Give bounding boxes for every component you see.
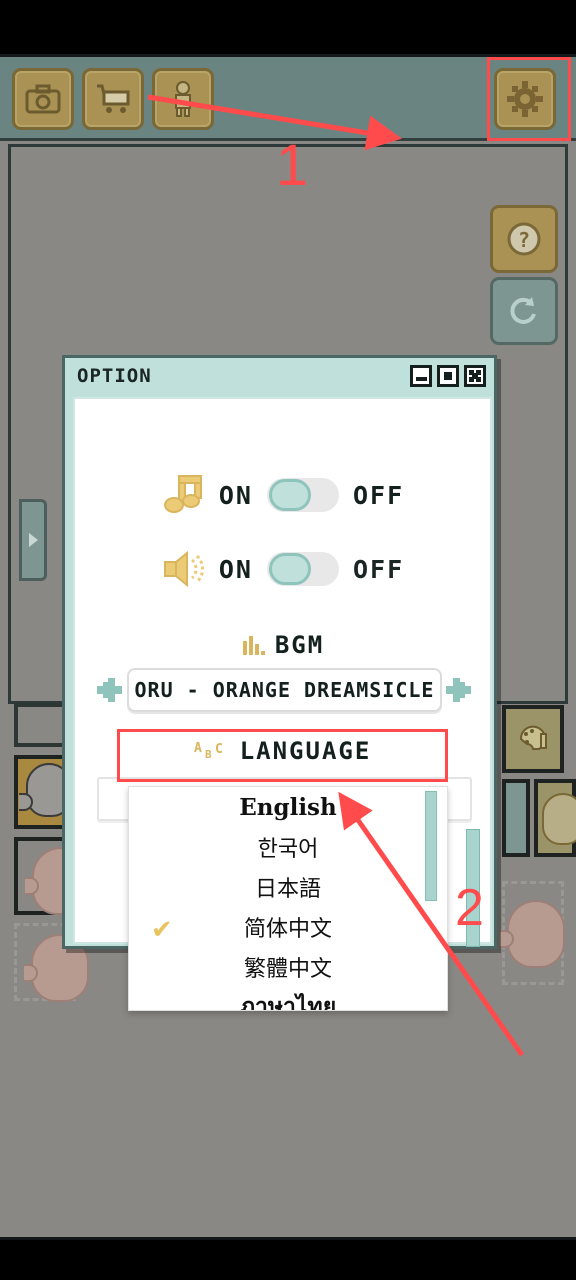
window-controls: [410, 365, 486, 387]
language-dropdown[interactable]: English 한국어 日本語 ✔ 简体中文 繁體中文 ภาษาไทย: [128, 786, 448, 1011]
bgm-track-label: ORU - ORANGE DREAMSICLE: [134, 678, 435, 702]
avatar: [500, 900, 565, 968]
language-heading: LANGUAGE: [239, 737, 372, 765]
svg-text:C: C: [215, 742, 223, 757]
maximize-button[interactable]: [437, 365, 459, 387]
language-option-label: ภาษาไทย: [239, 993, 337, 1011]
language-option[interactable]: 한국어: [129, 827, 447, 867]
speaker-icon: [161, 541, 205, 597]
minimize-button[interactable]: [410, 365, 432, 387]
ear-shape: [500, 930, 514, 948]
avatar: [542, 793, 576, 845]
right-arrow-icon[interactable]: [446, 667, 472, 713]
help-button[interactable]: ?: [490, 205, 558, 273]
equalizer-bars-icon: [241, 633, 267, 657]
camera-button[interactable]: [12, 68, 74, 130]
toggle-knob: [268, 479, 311, 511]
svg-text:?: ?: [518, 228, 530, 252]
shopping-cart-icon: [85, 71, 141, 127]
svg-text:B: B: [205, 748, 212, 761]
bgm-track-box[interactable]: ORU - ORANGE DREAMSICLE: [127, 668, 442, 712]
sound-off-label: OFF: [352, 554, 405, 584]
inventory-slot[interactable]: [502, 705, 564, 773]
music-note-icon: [161, 467, 205, 523]
language-option-label: English: [239, 793, 337, 821]
abc-icon: A B C: [194, 739, 232, 763]
close-icon: [469, 370, 481, 382]
character-button[interactable]: [152, 68, 214, 130]
sound-on-label: ON: [218, 554, 253, 584]
svg-text:A: A: [194, 741, 202, 756]
language-option[interactable]: 日本語: [129, 867, 447, 907]
side-drawer-handle[interactable]: [19, 499, 47, 581]
camera-icon: [15, 71, 71, 127]
sound-toggle[interactable]: [266, 552, 339, 586]
annotation-number-2: 2: [455, 879, 484, 937]
inventory-slot[interactable]: [534, 779, 576, 857]
person-icon: [155, 71, 211, 127]
language-option[interactable]: English: [129, 787, 447, 827]
bgm-heading: BGM: [274, 631, 325, 659]
language-option-label: 繁體中文: [243, 957, 332, 982]
language-option-selected[interactable]: ✔ 简体中文: [129, 907, 447, 947]
left-arrow-icon[interactable]: [97, 667, 123, 713]
annotation-number-1: 1: [276, 133, 309, 198]
minimize-icon: [415, 377, 427, 381]
page-title: OPTION: [77, 365, 152, 387]
top-toolbar: [0, 57, 576, 141]
close-button[interactable]: [464, 365, 486, 387]
settings-button[interactable]: [494, 68, 556, 130]
inventory-slot[interactable]: [502, 779, 530, 857]
palette-icon: [506, 709, 560, 769]
game-screen: ? OPTION ON OFF ON OFF BGM ORU - ORANGE …: [0, 54, 576, 1240]
language-option[interactable]: 繁體中文: [129, 947, 447, 987]
question-mark-icon: ?: [493, 208, 555, 270]
inventory-slot-empty[interactable]: [500, 881, 565, 985]
bgm-selector: ORU - ORANGE DREAMSICLE: [97, 667, 472, 713]
ear-shape: [24, 964, 38, 982]
toggle-knob: [268, 553, 311, 585]
sound-setting-row: ON OFF: [75, 541, 490, 597]
music-on-label: ON: [218, 480, 253, 510]
ear-shape: [19, 793, 33, 811]
language-section-header: A B C LANGUAGE: [75, 737, 490, 765]
dropdown-scrollbar[interactable]: [425, 791, 437, 901]
option-window-titlebar[interactable]: OPTION: [65, 358, 494, 394]
music-toggle[interactable]: [266, 478, 339, 512]
language-option-label: 한국어: [257, 837, 319, 862]
language-option[interactable]: ภาษาไทย: [129, 987, 447, 1011]
chevron-right-icon: [29, 533, 38, 547]
ear-shape: [25, 877, 39, 895]
music-setting-row: ON OFF: [75, 467, 490, 523]
language-option-label: 日本語: [254, 877, 321, 902]
shop-button[interactable]: [82, 68, 144, 130]
checkmark-icon: ✔: [151, 915, 173, 945]
gear-icon: [497, 71, 553, 127]
undo-button[interactable]: [490, 277, 558, 345]
screenshot-root: ? OPTION ON OFF ON OFF BGM ORU - ORANGE …: [0, 0, 576, 1280]
maximize-icon: [444, 372, 452, 380]
language-option-label: 简体中文: [243, 917, 332, 942]
undo-arrow-icon: [493, 280, 555, 342]
bgm-section-header: BGM: [75, 631, 490, 659]
music-off-label: OFF: [352, 480, 405, 510]
